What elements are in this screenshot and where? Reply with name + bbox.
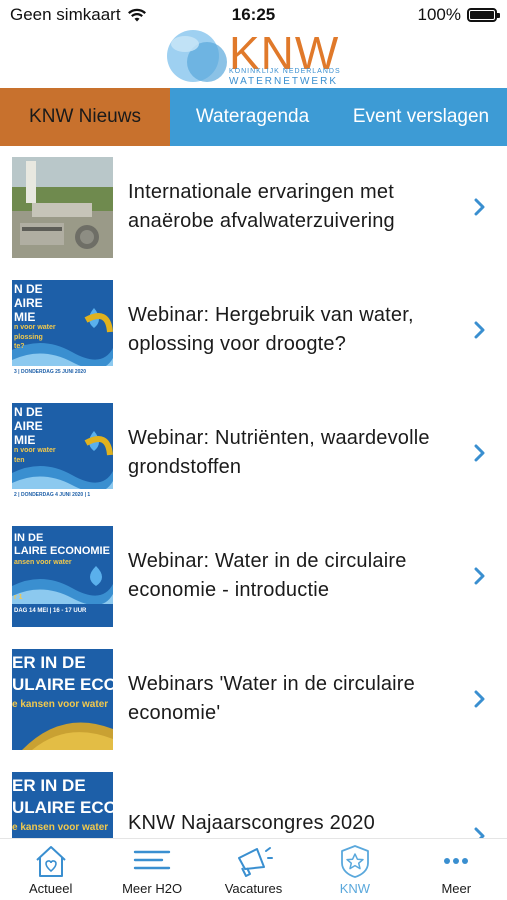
thumb-line: ten [14, 457, 25, 464]
battery-percent: 100% [417, 5, 461, 24]
item-title: Internationale ervaringen met anaërobe a… [128, 181, 395, 232]
thumb-line: plossing [14, 334, 43, 341]
tabbar-label: Actueel [29, 881, 73, 896]
badge-star-icon [340, 845, 369, 878]
house-heart-icon [36, 846, 66, 877]
thumb-line: IN DE [14, 532, 44, 544]
thumb-line: ER IN DE [12, 653, 86, 672]
megaphone-icon [238, 847, 274, 877]
list-item[interactable]: ER IN DE ULAIRE ECON e kansen voor water… [0, 648, 507, 771]
battery-icon [467, 8, 500, 22]
item-thumbnail: N DE AIRE MIE n voor water plossing te? … [12, 280, 113, 381]
chevron-right-icon [474, 690, 485, 708]
chevron-right-icon [474, 198, 485, 216]
logo-subtitle-1: KONINKLIJK NEDERLANDS [229, 68, 341, 75]
tab-knw-nieuws[interactable]: KNW Nieuws [0, 88, 170, 146]
battery-group: 100% [417, 5, 500, 25]
thumb-footer: 2 | DONDERDAG 4 JUNI 2020 | 1 [14, 492, 91, 498]
list-item[interactable]: Internationale ervaringen met anaërobe a… [0, 156, 507, 279]
tabbar-item-meer-h2o[interactable]: Meer H2O [101, 839, 202, 900]
thumb-line: MIE [14, 433, 36, 447]
thumb-line: n voor water [14, 324, 56, 331]
status-bar: Geen simkaart 16:25 100% [0, 0, 507, 28]
lines-icon [133, 850, 171, 870]
ellipsis-icon [444, 858, 469, 864]
thumb-line: ULAIRE ECON [12, 675, 113, 694]
logo-subtitle-2: WATERNETWERK [229, 76, 338, 87]
list-item[interactable]: IN DE LAIRE ECONOMIE ansen voor water r … [0, 525, 507, 648]
tabbar-item-meer[interactable]: Meer [406, 839, 507, 900]
thumb-footer: DAG 14 MEI | 16 - 17 UUR [14, 608, 87, 614]
item-thumbnail: N DE AIRE MIE n voor water ten 2 | DONDE… [12, 403, 113, 504]
item-thumbnail: IN DE LAIRE ECONOMIE ansen voor water r … [12, 526, 113, 627]
water-drops-icon [167, 30, 227, 82]
thumb-line: N DE [14, 282, 43, 296]
tabbar-item-knw[interactable]: KNW [304, 839, 405, 900]
item-title: Webinar: Nutriënten, waardevolle grondst… [128, 427, 430, 478]
item-title: Webinar: Hergebruik van water, oplossing… [128, 304, 414, 355]
thumb-line: MIE [14, 310, 36, 324]
list-item[interactable]: N DE AIRE MIE n voor water plossing te? … [0, 279, 507, 402]
item-thumbnail: ER IN DE ULAIRE ECON e kansen voor water [12, 772, 113, 841]
thumb-line: n voor water [14, 447, 56, 454]
item-title: Webinars 'Water in de circulaire economi… [128, 673, 415, 724]
chevron-right-icon [474, 321, 485, 339]
tab-event-verslagen[interactable]: Event verslagen [335, 88, 507, 146]
tabbar-label: Meer [441, 881, 472, 896]
tabbar-item-actueel[interactable]: Actueel [0, 839, 101, 900]
thumb-line: N DE [14, 405, 43, 419]
list-item[interactable]: ER IN DE ULAIRE ECON e kansen voor water… [0, 771, 507, 841]
thumb-line: AIRE [14, 296, 43, 310]
tabbar-label: Vacatures [224, 881, 283, 896]
item-thumbnail [12, 157, 113, 258]
item-title: KNW Najaarscongres 2020 [128, 812, 375, 834]
chevron-right-icon [474, 444, 485, 462]
thumb-line: ULAIRE ECON [12, 798, 113, 817]
tabbar-label: KNW [339, 881, 371, 896]
tabbar-item-vacatures[interactable]: Vacatures [203, 839, 304, 900]
news-list: Internationale ervaringen met anaërobe a… [0, 156, 507, 841]
item-thumbnail: ER IN DE ULAIRE ECON e kansen voor water [12, 649, 113, 750]
chevron-right-icon [474, 567, 485, 585]
thumb-line: AIRE [14, 419, 43, 433]
thumb-line: ER IN DE [12, 776, 86, 795]
knw-logo: KNW KONINKLIJK NEDERLANDS WATERNETWERK [163, 27, 353, 87]
tabbar-label: Meer H2O [122, 881, 183, 896]
thumb-line: r 1 [14, 594, 23, 601]
thumb-line: e kansen voor water [12, 822, 109, 833]
thumb-line: e kansen voor water [12, 699, 109, 710]
item-title: Webinar: Water in de circulaire economie… [128, 550, 407, 601]
segment-tabs: KNW Nieuws Wateragenda Event verslagen [0, 88, 507, 146]
thumb-line: LAIRE ECONOMIE [14, 545, 110, 557]
bottom-tab-bar: Actueel Meer H2O Vacatures KNW Meer [0, 838, 507, 900]
tab-wateragenda[interactable]: Wateragenda [170, 88, 335, 146]
thumb-footer: 3 | DONDERDAG 25 JUNI 2020 [14, 369, 86, 375]
thumb-line: ansen voor water [14, 559, 72, 566]
app-header: KNW KONINKLIJK NEDERLANDS WATERNETWERK [0, 27, 507, 88]
thumb-line: te? [14, 343, 25, 350]
list-item[interactable]: N DE AIRE MIE n voor water ten 2 | DONDE… [0, 402, 507, 525]
